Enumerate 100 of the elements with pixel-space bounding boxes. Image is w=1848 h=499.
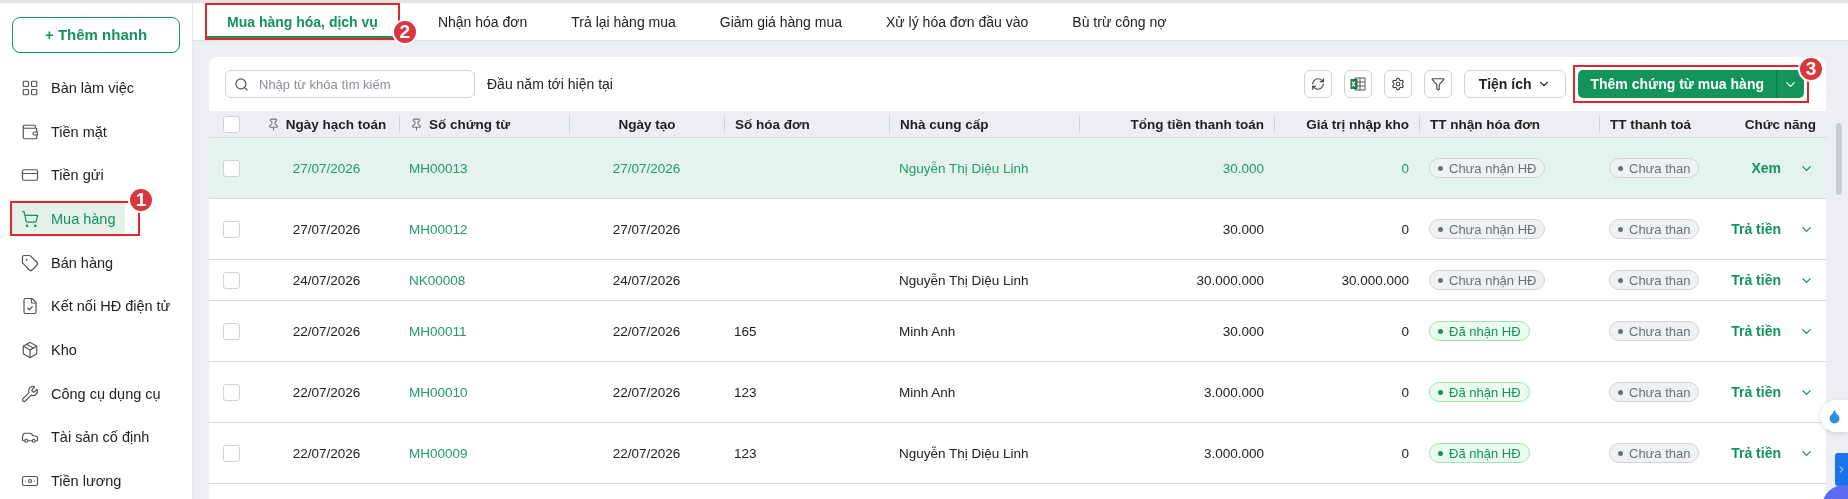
sidebar-item[interactable]: Kho [12, 331, 180, 369]
table-cell-text: MH00011 [408, 322, 468, 341]
column-header: Giá trị nhập kho [1306, 116, 1409, 132]
quick-add-button[interactable]: + Thêm nhanh [12, 17, 180, 53]
table-cell-text: 0 [1400, 159, 1410, 178]
row-checkbox[interactable] [223, 159, 240, 177]
table-cell-text: Minh Anh [898, 383, 957, 402]
table-cell-text: 0 [1400, 322, 1410, 341]
column-header: Ngày tạo [618, 116, 676, 132]
sidebar-item[interactable]: Tài sản cố định [12, 418, 180, 456]
settings-icon [1390, 77, 1405, 91]
invoice-status-badge: Đã nhận HĐ [1429, 382, 1530, 402]
search-icon [234, 76, 249, 92]
row-checkbox[interactable] [223, 444, 240, 462]
sidebar-item[interactable]: Tiền mặt [12, 113, 180, 150]
row-checkbox[interactable] [223, 271, 240, 289]
refresh-button[interactable] [1303, 70, 1332, 98]
table-row[interactable]: 27/07/2026 MH00013 27/07/2026 Nguyễn Thị Diệu Linh 30.000 0 Chưa nhận HĐ Chưa than Xem [209, 138, 1826, 199]
row-checkbox[interactable] [223, 383, 240, 401]
add-purchase-voucher-button[interactable]: Thêm chứng từ mua hàng [1578, 70, 1776, 98]
table-cell-text: Nguyễn Thị Diệu Linh [898, 271, 1030, 290]
row-action-link[interactable]: Trả tiền [1731, 445, 1781, 461]
column-header: Tổng tiền thanh toán [1130, 116, 1264, 132]
tab[interactable]: Giảm giá hàng mua [697, 3, 864, 40]
step-number: 3 [1798, 57, 1824, 82]
column-header: Chức năng [1744, 116, 1816, 132]
scrollbar-thumb[interactable] [1836, 123, 1842, 195]
tab[interactable]: Nhận hóa đơn [415, 3, 550, 40]
row-checkbox[interactable] [223, 220, 240, 238]
step-number: 1 [128, 187, 154, 214]
column-header: Số hóa đơn [735, 116, 810, 132]
side-panel-toggle[interactable] [1835, 453, 1848, 486]
sidebar-item-icon [21, 384, 39, 403]
table-cell-text: 30.000.000 [1340, 271, 1410, 290]
export-spreadsheet-button[interactable] [1343, 70, 1372, 98]
utilities-dropdown[interactable]: Tiện ích [1463, 70, 1567, 98]
step-number: 2 [391, 19, 418, 45]
table-cell-text: 3.000.000 [1202, 383, 1265, 402]
sidebar-item[interactable]: Bán hàng [12, 244, 180, 282]
column-header: Ngày hạch toán [285, 116, 387, 132]
table-cell-text: Nguyễn Thị Diệu Linh [898, 444, 1030, 463]
table-cell-text: 30.000 [1221, 220, 1265, 239]
table-cell-text: 22/07/2026 [611, 322, 682, 341]
sidebar-item-icon [21, 297, 39, 316]
table-cell-text: 0 [1400, 220, 1410, 239]
search-field[interactable]: Nhập từ khóa tìm kiếm [225, 70, 475, 98]
sidebar-item[interactable]: Công cụ dụng cụ [12, 375, 180, 412]
sidebar-item-icon [21, 253, 39, 272]
row-checkbox[interactable] [223, 322, 240, 340]
table-cell-text: 22/07/2026 [291, 322, 362, 341]
tab[interactable]: Bù trừ công nợ [1050, 3, 1189, 40]
table-cell-text: 24/07/2026 [291, 271, 362, 290]
table-cell-text: NK00008 [408, 271, 467, 290]
settings-button[interactable] [1383, 70, 1412, 98]
table-cell-text: 27/07/2026 [611, 159, 682, 178]
sidebar-item-icon [21, 78, 39, 97]
table-cell-text: MH00012 [408, 220, 469, 239]
tab[interactable]: Trả lại hàng mua [549, 3, 698, 40]
table-cell-text: 22/07/2026 [291, 383, 362, 402]
payment-status-badge: Chưa than [1609, 382, 1700, 402]
payment-status-badge: Chưa than [1609, 270, 1700, 290]
droplet-icon [1826, 408, 1842, 424]
sidebar-item-icon [21, 340, 39, 359]
tab[interactable]: Mua hàng hóa, dịch vụ [205, 3, 400, 40]
tab[interactable]: Xử lý hóa đơn đầu vào [864, 3, 1051, 40]
column-header: Nhà cung cấp [900, 116, 989, 132]
row-action-link[interactable]: Trả tiền [1731, 221, 1781, 237]
invoice-status-badge: Chưa nhận HĐ [1429, 270, 1546, 290]
table-cell-text: 123 [733, 444, 758, 463]
row-action-link[interactable]: Trả tiền [1731, 272, 1781, 288]
filter-button[interactable] [1423, 70, 1452, 98]
column-header: TT nhận hóa đơn [1430, 116, 1541, 132]
date-range-label: Đầu năm tới hiện tại [487, 76, 613, 92]
sidebar-item[interactable]: Tiền lương [12, 462, 180, 499]
invoice-status-badge: Chưa nhận HĐ [1429, 219, 1546, 239]
column-header: Số chứng từ [429, 116, 511, 132]
table-cell-text: 30.000.000 [1195, 271, 1265, 290]
table-cell-text: 24/07/2026 [611, 271, 682, 290]
sidebar-item[interactable]: Bàn làm việc [12, 69, 180, 107]
invoice-status-badge: Chưa nhận HĐ [1429, 158, 1546, 178]
payment-status-badge: Chưa than [1609, 443, 1700, 463]
table-cell-text: 30.000 [1221, 322, 1265, 341]
column-header: TT thanh toá [1610, 116, 1691, 132]
row-action-link[interactable]: Trả tiền [1731, 323, 1781, 339]
table-cell-text: Minh Anh [898, 322, 957, 341]
payment-status-badge: Chưa than [1609, 219, 1700, 239]
assistant-button[interactable] [1820, 400, 1848, 432]
sidebar-item[interactable]: Kết nối HĐ điện tử [12, 288, 180, 325]
add-options-dropdown[interactable] [1776, 70, 1804, 98]
invoice-status-badge: Đã nhận HĐ [1429, 443, 1530, 463]
sidebar-item-icon [21, 209, 39, 228]
table-cell-text: 0 [1400, 444, 1410, 463]
select-all-checkbox[interactable] [223, 115, 240, 133]
spreadsheet-icon [1349, 77, 1366, 91]
payment-status-badge: Chưa than [1609, 158, 1700, 178]
table-cell-text: 22/07/2026 [291, 444, 362, 463]
row-action-link[interactable]: Trả tiền [1731, 384, 1781, 400]
table-cell-text: 22/07/2026 [611, 444, 682, 463]
payment-status-badge: Chưa than [1609, 321, 1700, 341]
table-cell-text: 27/07/2026 [291, 159, 362, 178]
